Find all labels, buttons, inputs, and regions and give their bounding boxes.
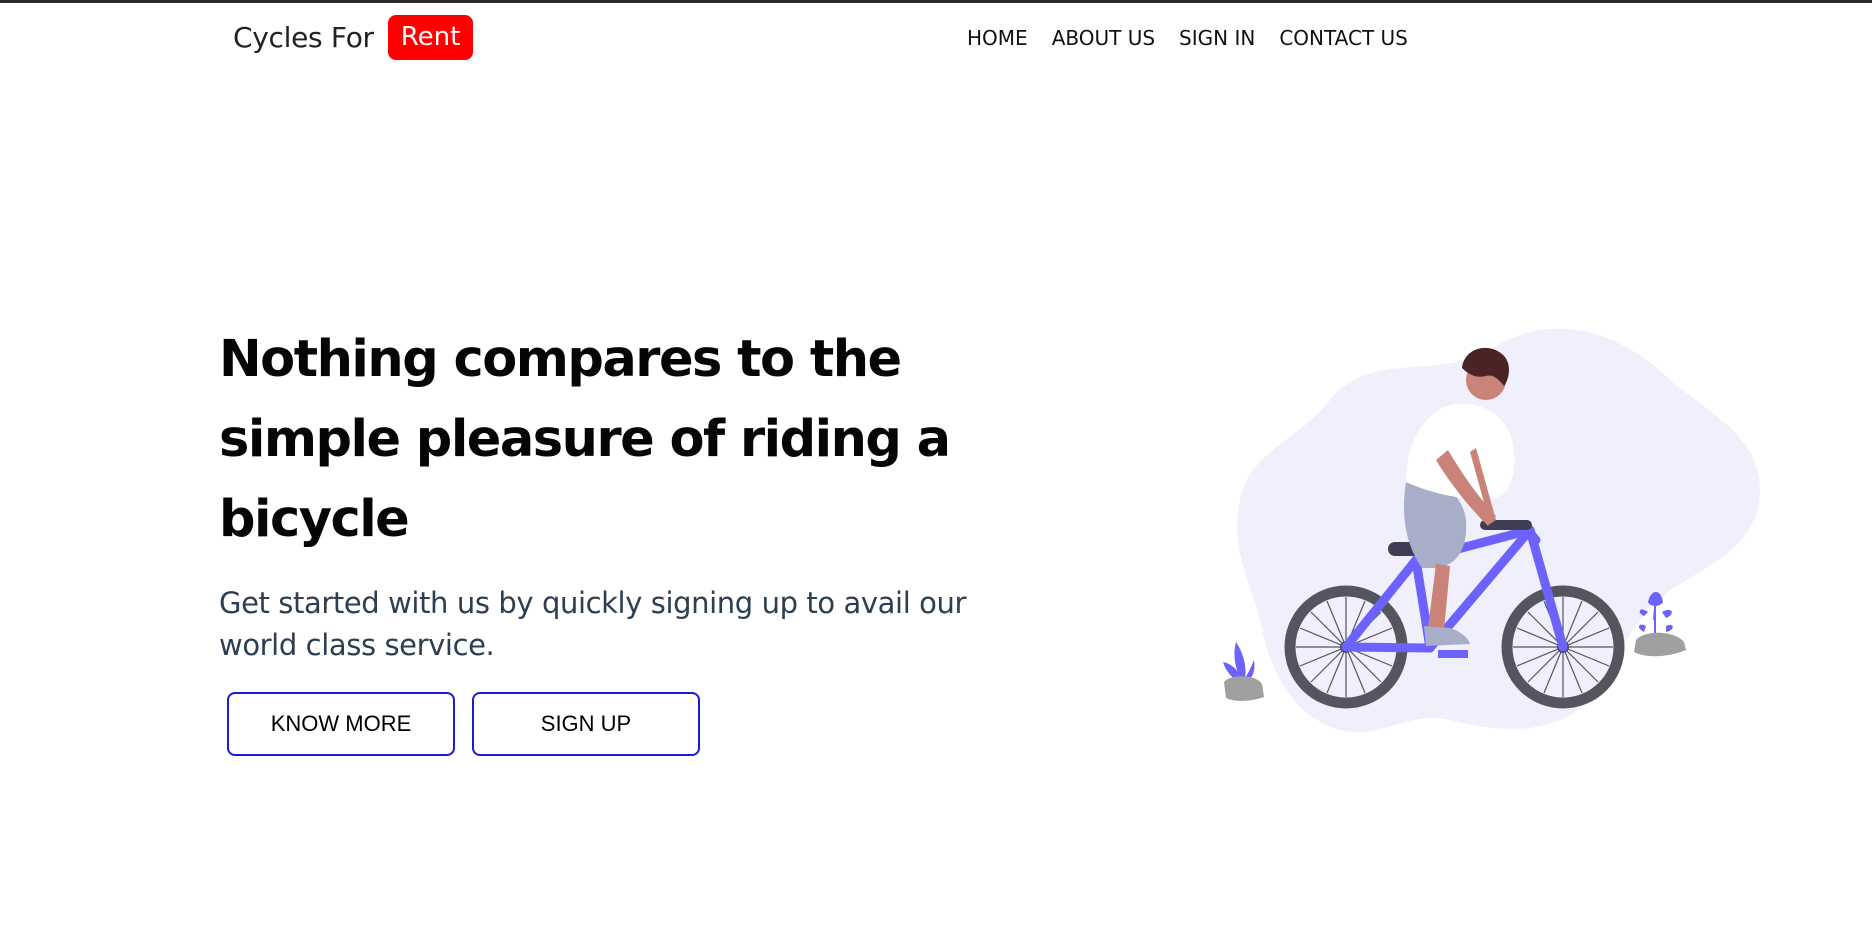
hero-subtitle: Get started with us by quickly signing u…	[219, 586, 967, 662]
know-more-button[interactable]: KNOW MORE	[227, 692, 455, 756]
nav-home[interactable]: HOME	[967, 26, 1028, 50]
brand-badge: Rent	[387, 15, 474, 60]
brand-name: Cycles For	[233, 21, 374, 54]
nav-about-us[interactable]: ABOUT US	[1052, 26, 1155, 50]
top-border	[0, 0, 1872, 3]
sign-up-button[interactable]: SIGN UP	[472, 692, 700, 756]
main-nav: HOME ABOUT US SIGN IN CONTACT US	[967, 22, 1408, 54]
bicycle-rider-illustration	[1223, 328, 1760, 733]
nav-contact-us[interactable]: CONTACT US	[1279, 26, 1408, 50]
left-plant-icon	[1223, 642, 1264, 701]
brand-logo[interactable]: Cycles For Rent	[233, 15, 474, 60]
hero-title: Nothing compares to the simple pleasure …	[219, 330, 951, 549]
nav-sign-in[interactable]: SIGN IN	[1179, 26, 1255, 50]
